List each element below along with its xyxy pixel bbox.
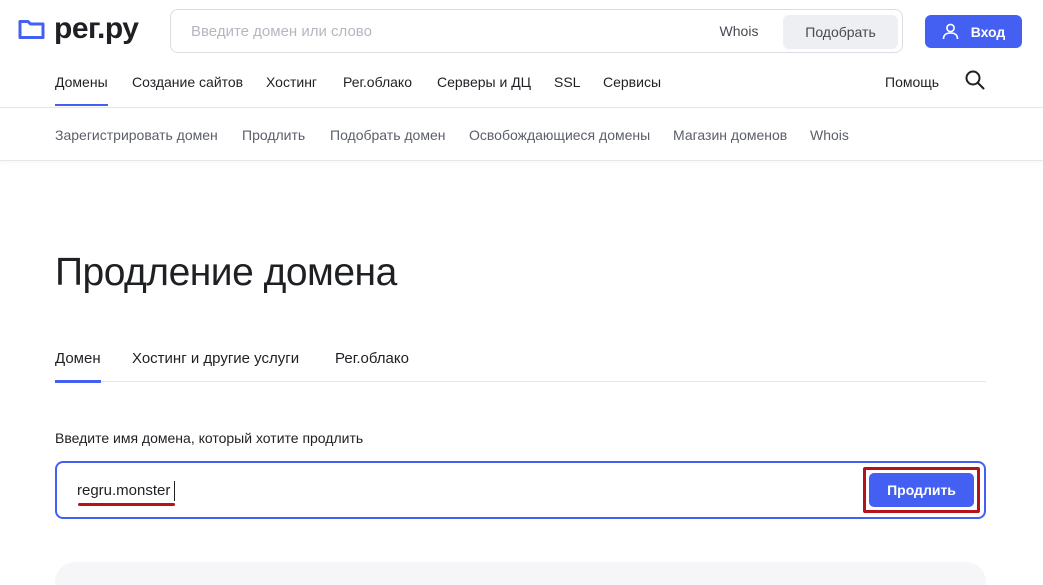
domain-name-input[interactable]	[77, 476, 837, 504]
nav-item-services[interactable]: Сервисы	[603, 74, 661, 90]
renew-tabs: Домен Хостинг и другие услуги Рег.облако	[55, 345, 986, 383]
nav-item-ssl[interactable]: SSL	[554, 74, 580, 90]
nav-item-servers[interactable]: Серверы и ДЦ	[437, 74, 531, 90]
help-link[interactable]: Помощь	[885, 74, 939, 90]
login-button[interactable]: Вход	[925, 15, 1022, 48]
whois-button[interactable]: Whois	[701, 14, 777, 48]
subnav-item-whois[interactable]: Whois	[810, 127, 849, 143]
nav-item-domains[interactable]: Домены	[55, 74, 108, 106]
main-nav: Домены Создание сайтов Хостинг Рег.облак…	[0, 60, 1043, 108]
subnav-item-shop[interactable]: Магазин доменов	[673, 127, 787, 143]
login-label: Вход	[970, 23, 1006, 40]
pick-domain-button[interactable]: Подобрать	[783, 15, 898, 49]
subnav-item-register[interactable]: Зарегистрировать домен	[55, 127, 218, 143]
annotation-highlight-box: Продлить	[863, 467, 980, 513]
site-logo[interactable]: рег.ру	[18, 12, 139, 45]
folder-icon	[18, 20, 45, 39]
nav-item-hosting[interactable]: Хостинг	[266, 74, 317, 90]
info-card	[55, 562, 986, 585]
domain-renew-form: Продлить	[55, 461, 986, 519]
renew-button[interactable]: Продлить	[869, 473, 974, 507]
user-icon	[942, 23, 958, 40]
tab-domain[interactable]: Домен	[55, 350, 101, 383]
domains-sub-nav: Зарегистрировать домен Продлить Подобрат…	[0, 108, 1043, 161]
domain-search-input[interactable]	[171, 10, 701, 52]
subnav-item-renew[interactable]: Продлить	[242, 127, 305, 143]
domain-search-bar: Whois Подобрать	[170, 9, 903, 53]
text-caret	[174, 481, 175, 501]
nav-item-cloud[interactable]: Рег.облако	[343, 74, 412, 90]
search-icon[interactable]	[963, 68, 987, 92]
tab-cloud[interactable]: Рег.облако	[335, 350, 409, 367]
annotation-underline	[78, 503, 175, 506]
nav-item-site-builder[interactable]: Создание сайтов	[132, 74, 243, 90]
top-header: рег.ру Whois Подобрать Вход	[0, 0, 1043, 60]
logo-text: рег.ру	[54, 12, 139, 45]
subnav-item-pick[interactable]: Подобрать домен	[330, 127, 445, 143]
subnav-item-expiring[interactable]: Освобождающиеся домены	[469, 127, 650, 143]
tab-hosting-services[interactable]: Хостинг и другие услуги	[132, 350, 299, 367]
domain-input-label: Введите имя домена, который хотите продл…	[55, 430, 364, 446]
page-title: Продление домена	[55, 251, 397, 294]
